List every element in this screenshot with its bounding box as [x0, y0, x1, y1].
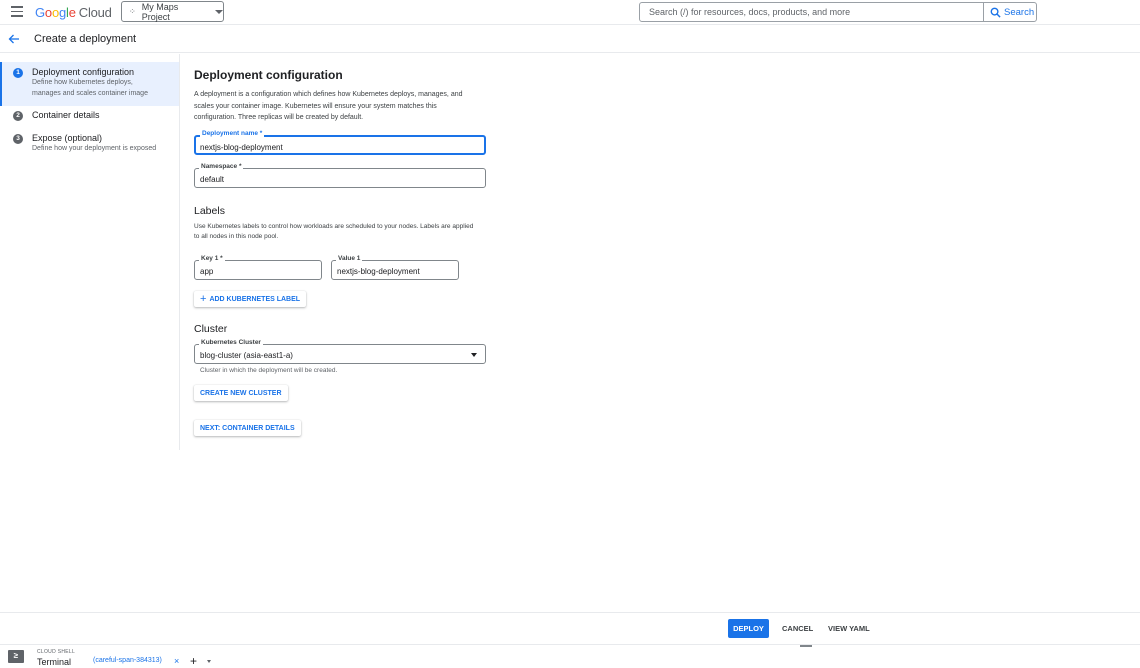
- chevron-down-icon[interactable]: [207, 660, 211, 663]
- cloud-shell-caption: CLOUD SHELL: [37, 649, 76, 655]
- project-name: My Maps Project: [141, 1, 179, 22]
- step-number-badge: 3: [13, 134, 23, 144]
- deployment-name-field[interactable]: Deployment name *: [194, 130, 486, 155]
- cloud-shell-bar: ≥ CLOUD SHELL Terminal (careful-span-384…: [0, 644, 1140, 668]
- namespace-label: Namespace *: [199, 163, 244, 170]
- step-title: Deployment configuration: [32, 67, 135, 77]
- project-nodes-icon: ⁘: [129, 7, 136, 16]
- cancel-button[interactable]: CANCEL: [782, 619, 813, 638]
- create-new-cluster-button[interactable]: CREATE NEW CLUSTER: [194, 385, 288, 401]
- namespace-field[interactable]: Namespace *: [194, 163, 486, 188]
- kubernetes-cluster-value: blog-cluster (asia-east1-a): [200, 351, 293, 360]
- step-title: Container details: [32, 110, 100, 120]
- label-value-1-field[interactable]: Value 1: [331, 255, 459, 280]
- kubernetes-cluster-select[interactable]: Kubernetes Cluster blog-cluster (asia-ea…: [194, 339, 486, 364]
- search-placeholder: Search (/) for resources, docs, products…: [649, 7, 851, 17]
- page-title: Create a deployment: [34, 33, 137, 45]
- next-container-details-button[interactable]: NEXT: CONTAINER DETAILS: [194, 420, 301, 436]
- deployment-name-label: Deployment name *: [200, 130, 265, 137]
- chevron-down-icon: [215, 9, 223, 14]
- step-description: Define how your deployment is exposed: [32, 145, 157, 152]
- step-deployment-configuration[interactable]: 1 Deployment configuration Define how Ku…: [0, 62, 179, 106]
- step-title: Expose (optional): [32, 133, 103, 143]
- kubernetes-cluster-label: Kubernetes Cluster: [199, 339, 263, 346]
- view-yaml-button[interactable]: VIEW YAML: [828, 619, 870, 638]
- cluster-heading: Cluster: [194, 323, 228, 335]
- arrow-back-icon[interactable]: [8, 33, 20, 45]
- terminal-tab[interactable]: (careful-span-384313): [93, 657, 162, 664]
- close-tab-icon[interactable]: ×: [174, 656, 179, 666]
- label-key-1-field[interactable]: Key 1 *: [194, 255, 322, 280]
- page-title-bar: Create a deployment: [0, 26, 1140, 53]
- step-expose[interactable]: 3 Expose (optional) Define how your depl…: [0, 133, 179, 163]
- action-bar: DEPLOY CANCEL VIEW YAML: [0, 612, 1140, 647]
- label-value-1-label: Value 1: [336, 255, 363, 262]
- namespace-input[interactable]: [195, 169, 485, 187]
- google-cloud-logo[interactable]: Google Cloud: [35, 5, 112, 20]
- dropdown-arrow-icon: [471, 353, 477, 357]
- labels-description: Use Kubernetes labels to control how wor…: [194, 223, 474, 240]
- stepper-nav: 1 Deployment configuration Define how Ku…: [0, 54, 180, 450]
- form-heading: Deployment configuration: [194, 68, 343, 82]
- deployment-name-input[interactable]: [196, 138, 484, 154]
- project-selector-button[interactable]: ⁘ My Maps Project: [121, 1, 224, 22]
- label-value-1-input[interactable]: [332, 261, 458, 279]
- label-key-1-label: Key 1 *: [199, 255, 225, 262]
- step-number-badge: 2: [13, 111, 23, 121]
- search-icon: [990, 7, 1001, 18]
- step-description: manages and scales container image: [32, 90, 148, 97]
- labels-heading: Labels: [194, 205, 225, 217]
- form-description: A deployment is a configuration which de…: [194, 91, 463, 121]
- terminal-icon: ≥: [8, 650, 24, 663]
- add-kubernetes-label-button[interactable]: + ADD KUBERNETES LABEL: [194, 291, 307, 307]
- cluster-hint: Cluster in which the deployment will be …: [200, 367, 338, 374]
- hamburger-menu-icon[interactable]: [11, 6, 23, 17]
- top-header: Google Cloud ⁘ My Maps Project Search (/)…: [0, 0, 1140, 25]
- search-input[interactable]: Search (/) for resources, docs, products…: [639, 2, 984, 22]
- deploy-button[interactable]: DEPLOY: [728, 619, 769, 638]
- step-description: Define how Kubernetes deploys,: [32, 79, 133, 86]
- plus-icon: +: [200, 292, 207, 305]
- search-button-label: Search: [1004, 6, 1035, 18]
- label-key-1-input[interactable]: [195, 261, 321, 279]
- search-button[interactable]: Search: [983, 2, 1037, 22]
- step-number-badge: 1: [13, 68, 23, 78]
- step-container-details[interactable]: 2 Container details: [0, 110, 179, 128]
